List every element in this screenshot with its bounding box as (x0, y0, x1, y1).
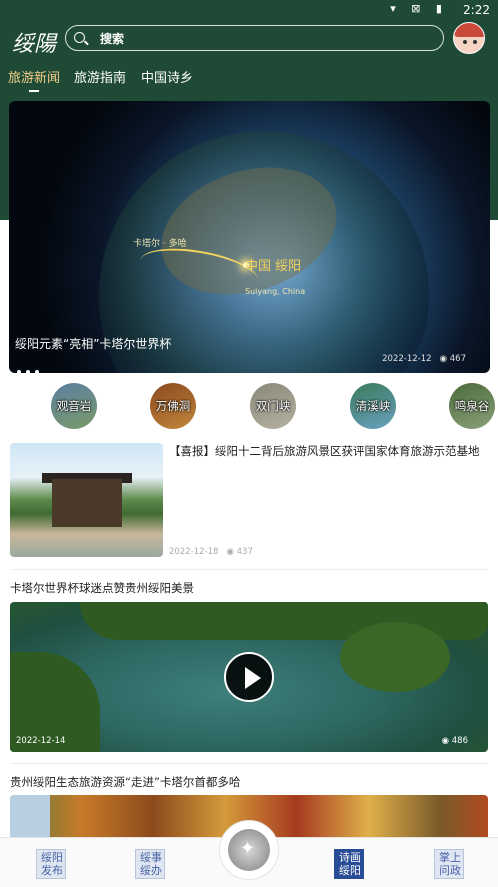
spot-mingquangu[interactable]: 鸣泉谷 (449, 383, 495, 429)
play-icon (245, 667, 261, 689)
nav-affairs[interactable]: 绥事 绥办 (135, 849, 165, 879)
thumb-house (52, 479, 122, 527)
eye-icon: ◉ (226, 547, 234, 557)
center-home-button[interactable] (219, 820, 279, 880)
banner-views: 467 (449, 354, 466, 364)
news-meta: 2022-12-18 ◉ 437 (169, 547, 253, 557)
eye-icon: ◉ (441, 736, 450, 746)
news-title: 【喜报】绥阳十二背后旅游风景区获评国家体育旅游示范基地 (169, 444, 480, 458)
search-input[interactable]: 搜索 (65, 25, 444, 51)
spot-shuangmenxia[interactable]: 双门峡 (250, 383, 296, 429)
nav-label: 绥阳 发布 (41, 851, 63, 877)
avatar-eye (473, 40, 477, 44)
nav-label: 诗画 绥阳 (339, 851, 361, 877)
banner-carousel[interactable]: 卡塔尔 · 多哈 中国 绥阳 Suiyang, China 绥阳元素“亮相”卡塔… (9, 101, 490, 373)
spot-guanyinyan[interactable]: 观音岩 (51, 383, 97, 429)
spot-label: 鸣泉谷 (454, 399, 490, 413)
tab-indicator (29, 90, 39, 92)
spot-label: 双门峡 (255, 399, 291, 413)
nav-label: 掌上 问政 (439, 851, 461, 877)
video-views: 486 (451, 736, 468, 746)
status-bar: ▾ ⊠ ▮ 2:22 (0, 0, 498, 22)
avatar-hair (454, 23, 484, 37)
spot-wanfodong[interactable]: 万佛洞 (150, 383, 196, 429)
center-logo-icon (228, 829, 270, 871)
pager-dot[interactable] (35, 370, 39, 373)
video-title[interactable]: 卡塔尔世界杯球迷点赞贵州绥阳美景 (10, 580, 194, 596)
spot-label: 万佛洞 (155, 399, 191, 413)
status-icons: ▾ ⊠ ▮ (390, 2, 448, 15)
pager-dot[interactable] (17, 370, 21, 373)
banner-date: 2022-12-12 (382, 354, 432, 364)
spot-label: 清溪峡 (355, 399, 391, 413)
user-avatar[interactable] (453, 22, 485, 54)
banner-caption: 绥阳元素“亮相”卡塔尔世界杯 (15, 337, 172, 351)
pager-dot[interactable] (26, 370, 30, 373)
banner-map-sub: Suiyang, China (245, 287, 306, 296)
eye-icon: ◉ (439, 354, 448, 364)
news-item[interactable]: 【喜报】绥阳十二背后旅游风景区获评国家体育旅游示范基地 2022-12-18 ◉… (10, 443, 488, 557)
nav-poetic-suiyang[interactable]: 诗画 绥阳 (334, 849, 364, 879)
search-icon (74, 32, 85, 43)
divider (10, 569, 488, 570)
play-button[interactable] (224, 652, 274, 702)
tab-travel-news[interactable]: 旅游新闻 (8, 67, 60, 86)
video-date: 2022-12-14 (16, 736, 66, 746)
video-card[interactable]: 2022-12-14 ◉ 486 (10, 602, 488, 752)
divider (10, 763, 488, 764)
scenic-spots-row: 观音岩 万佛洞 双门峡 清溪峡 鸣泉谷 (0, 383, 498, 431)
spot-qingxixia[interactable]: 清溪峡 (350, 383, 396, 429)
banner-map-label: 中国 绥阳 (245, 259, 302, 274)
tab-travel-guide[interactable]: 旅游指南 (74, 67, 126, 86)
video-title[interactable]: 贵州绥阳生态旅游资源“走进”卡塔尔首都多哈 (10, 774, 240, 790)
forest-right (340, 622, 450, 692)
status-time: 2:22 (463, 3, 490, 17)
nav-suiyang-release[interactable]: 绥阳 发布 (36, 849, 66, 879)
search-placeholder: 搜索 (100, 32, 125, 46)
app-logo[interactable]: 绥陽 (12, 26, 56, 58)
nav-politics[interactable]: 掌上 问政 (434, 849, 464, 879)
tab-china-poetry[interactable]: 中国诗乡 (141, 67, 193, 86)
thumb-sky (10, 795, 50, 840)
spot-label: 观音岩 (56, 399, 92, 413)
news-date: 2022-12-18 (169, 547, 219, 557)
carousel-pager[interactable] (17, 359, 44, 373)
news-views: 437 (236, 547, 253, 557)
banner-qatar-label: 卡塔尔 · 多哈 (133, 239, 187, 249)
avatar-eye (463, 40, 467, 44)
video-views-wrap: ◉ 486 (442, 736, 468, 746)
banner-meta: 2022-12-12 ◉ 467 (382, 354, 466, 364)
nav-label: 绥事 绥办 (140, 851, 162, 877)
news-thumbnail (10, 443, 163, 557)
